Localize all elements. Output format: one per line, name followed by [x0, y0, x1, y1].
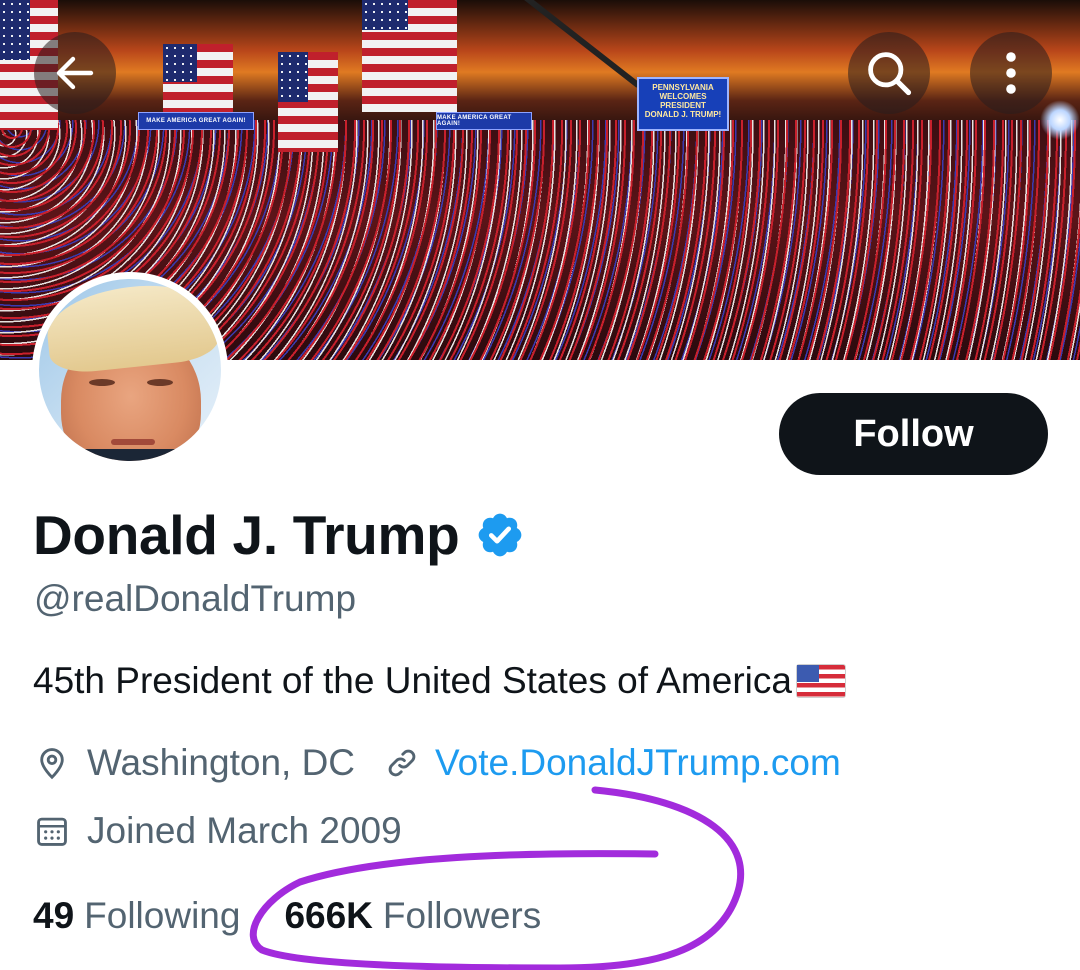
flag-1 — [163, 44, 233, 114]
flag-2 — [278, 52, 338, 152]
display-name: Donald J. Trump — [33, 504, 460, 566]
location-pin-icon — [40, 748, 64, 780]
verified-badge-icon — [479, 513, 522, 557]
joined-text: Joined March 2009 — [87, 810, 402, 851]
location-text: Washington, DC — [87, 742, 356, 783]
crane-arm — [518, 0, 641, 88]
profile-meta-row: Washington, DC Vote.DonaldJTrump.com — [33, 742, 841, 784]
avatar-mouth — [111, 439, 155, 445]
bio-text: 45th President of the United States of A… — [33, 660, 792, 701]
stage-sign: PENNSYLVANIA WELCOMES PRESIDENT DONALD J… — [637, 77, 729, 131]
us-flag-emoji — [795, 664, 846, 698]
following-stat[interactable]: 49 Following — [33, 895, 240, 937]
avatar-eye-left — [89, 379, 115, 386]
avatar-eye-right — [147, 379, 173, 386]
following-count: 49 — [33, 895, 75, 936]
arrow-left-icon — [56, 56, 94, 90]
link-icon — [388, 749, 416, 777]
more-vertical-icon — [1006, 52, 1016, 94]
stage-sign-line-4: DONALD J. TRUMP! — [644, 110, 722, 119]
joined-row: Joined March 2009 — [33, 810, 402, 852]
user-handle: @realDonaldTrump — [34, 578, 357, 619]
followers-label: Followers — [382, 895, 542, 936]
avatar-suit — [39, 449, 221, 461]
search-button[interactable] — [848, 32, 930, 114]
stage-sign-line-2: WELCOMES — [659, 92, 707, 101]
flag-3 — [362, 0, 457, 112]
stage-sign-line-1: PENNSYLVANIA — [652, 83, 714, 92]
more-options-button[interactable] — [970, 32, 1052, 114]
followers-stat[interactable]: 666K Followers — [284, 895, 541, 937]
stage-light — [1040, 100, 1080, 140]
search-icon — [868, 52, 912, 96]
following-label: Following — [84, 895, 241, 936]
website-link[interactable]: Vote.DonaldJTrump.com — [435, 742, 841, 784]
profile-name-row: Donald J. Trump — [33, 503, 525, 567]
calendar-icon — [37, 817, 67, 846]
avatar-hair — [43, 279, 221, 376]
profile-bio: 45th President of the United States of A… — [33, 660, 846, 702]
avatar-photo — [39, 279, 221, 461]
stage-sign-line-3: PRESIDENT — [660, 101, 706, 110]
follow-stats: 49 Following 666K Followers — [33, 895, 541, 937]
follow-button[interactable]: Follow — [779, 393, 1048, 475]
banner-sign-left: MAKE AMERICA GREAT AGAIN! — [138, 112, 254, 130]
banner-sign-right: MAKE AMERICA GREAT AGAIN! — [436, 112, 532, 130]
followers-count: 666K — [284, 895, 373, 936]
back-button[interactable] — [34, 32, 116, 114]
avatar[interactable] — [32, 272, 228, 468]
